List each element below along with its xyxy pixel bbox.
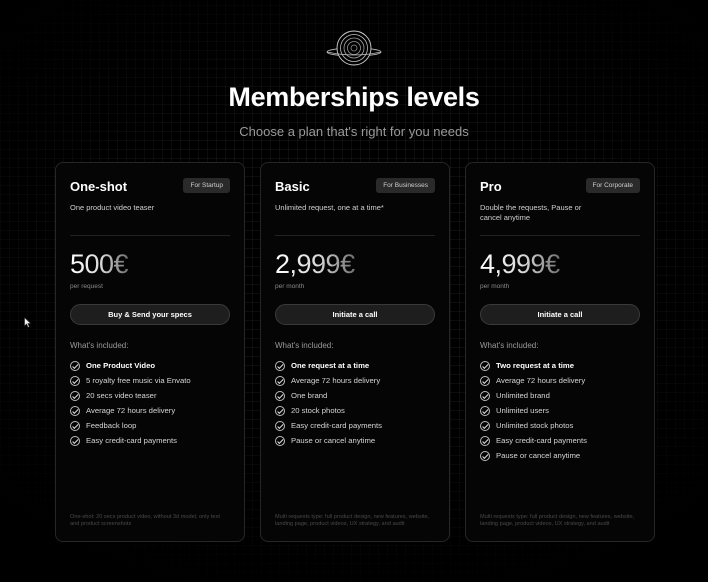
check-circle-icon [275, 435, 285, 446]
plan-card-basic: Basic For Businesses Unlimited request, … [260, 162, 450, 542]
plan-footnote: Multi requests type: full product design… [480, 514, 635, 527]
feature-item: One Product Video [70, 358, 191, 373]
feature-item: Average 72 hours delivery [480, 373, 587, 388]
check-circle-icon [480, 420, 490, 431]
feature-item: Unlimited stock photos [480, 418, 587, 433]
feature-label: Average 72 hours delivery [496, 376, 586, 385]
feature-label: Average 72 hours delivery [291, 376, 381, 385]
feature-label: 20 stock photos [291, 406, 345, 415]
plan-description: One product video teaser [70, 203, 155, 212]
feature-label: Two request at a time [496, 361, 575, 370]
feature-item: Easy credit-card payments [480, 433, 587, 448]
divider [70, 235, 230, 236]
plan-footnote: Multi requests type: full product design… [275, 514, 430, 527]
plan-period: per month [480, 283, 510, 290]
plan-price: 500€ [70, 249, 129, 279]
check-circle-icon [480, 390, 490, 401]
feature-label: Easy credit-card payments [496, 436, 588, 445]
feature-label: One request at a time [291, 361, 370, 370]
check-circle-icon [480, 375, 490, 386]
check-circle-icon [275, 375, 285, 386]
feature-label: One Product Video [86, 361, 156, 370]
plan-badge: For Startup [183, 178, 230, 193]
check-circle-icon [275, 405, 285, 416]
feature-label: Feedback loop [86, 421, 137, 430]
initiate-call-button[interactable]: Initiate a call [275, 304, 435, 325]
feature-label: One brand [291, 391, 328, 400]
feature-label: Easy credit-card payments [86, 436, 178, 445]
feature-item: Unlimited users [480, 403, 587, 418]
feature-label: Unlimited stock photos [496, 421, 574, 430]
feature-list: One Product Video 5 royalty free music v… [70, 358, 191, 448]
check-circle-icon [275, 420, 285, 431]
plan-period: per request [70, 283, 103, 290]
plan-name: Basic [275, 179, 310, 194]
buy-send-specs-button[interactable]: Buy & Send your specs [70, 304, 230, 325]
plan-badge: For Corporate [585, 178, 640, 193]
plan-price: 4,999€ [480, 249, 560, 279]
feature-item: Unlimited brand [480, 388, 587, 403]
feature-item: 20 secs video teaser [70, 388, 191, 403]
feature-list: One request at a time Average 72 hours d… [275, 358, 382, 448]
initiate-call-button[interactable]: Initiate a call [480, 304, 640, 325]
divider [275, 235, 435, 236]
feature-item: One brand [275, 388, 382, 403]
check-circle-icon [480, 450, 490, 461]
feature-item: Pause or cancel anytime [275, 433, 382, 448]
feature-label: Average 72 hours delivery [86, 406, 176, 415]
page-subtitle: Choose a plan that's right for you needs [239, 124, 469, 139]
feature-item: 5 royalty free music via Envato [70, 373, 191, 388]
feature-list: Two request at a time Average 72 hours d… [480, 358, 587, 463]
included-label: What's included: [70, 341, 129, 350]
feature-item: 20 stock photos [275, 403, 382, 418]
plan-card-pro: Pro For Corporate Double the requests, P… [465, 162, 655, 542]
feature-item: Easy credit-card payments [275, 418, 382, 433]
plan-price: 2,999€ [275, 249, 355, 279]
feature-label: Unlimited brand [496, 391, 550, 400]
feature-label: Unlimited users [496, 406, 549, 415]
check-circle-icon [70, 405, 80, 416]
plan-period: per month [275, 283, 305, 290]
feature-label: Easy credit-card payments [291, 421, 383, 430]
page-title: Memberships levels [228, 82, 480, 112]
feature-item: Average 72 hours delivery [275, 373, 382, 388]
plan-footnote: One-shot: 20 secs product video, without… [70, 514, 220, 527]
divider [480, 235, 640, 236]
check-circle-icon [275, 390, 285, 401]
plan-badge: For Businesses [376, 178, 435, 193]
check-circle-icon [480, 405, 490, 416]
check-circle-icon [480, 435, 490, 446]
plan-description: Unlimited request, one at a time* [275, 203, 384, 212]
feature-item: Pause or cancel anytime [480, 448, 587, 463]
plan-description: Double the requests, Pause or cancel any… [480, 203, 582, 222]
feature-label: 5 royalty free music via Envato [86, 376, 191, 385]
feature-label: Pause or cancel anytime [291, 436, 376, 445]
included-label: What's included: [275, 341, 334, 350]
check-circle-icon [70, 390, 80, 401]
feature-item: Easy credit-card payments [70, 433, 191, 448]
check-circle-icon [275, 360, 285, 371]
check-circle-icon [480, 360, 490, 371]
plan-card-one-shot: One-shot For Startup One product video t… [55, 162, 245, 542]
feature-label: 20 secs video teaser [86, 391, 157, 400]
plan-name: One-shot [70, 179, 128, 194]
check-circle-icon [70, 435, 80, 446]
feature-item: Average 72 hours delivery [70, 403, 191, 418]
mouse-pointer-icon [24, 317, 32, 328]
concentric-circles-logo-icon [326, 30, 382, 66]
plan-name: Pro [480, 179, 502, 194]
feature-label: Pause or cancel anytime [496, 451, 581, 460]
feature-item: Two request at a time [480, 358, 587, 373]
included-label: What's included: [480, 341, 539, 350]
check-circle-icon [70, 420, 80, 431]
check-circle-icon [70, 375, 80, 386]
feature-item: Feedback loop [70, 418, 191, 433]
check-circle-icon [70, 360, 80, 371]
feature-item: One request at a time [275, 358, 382, 373]
